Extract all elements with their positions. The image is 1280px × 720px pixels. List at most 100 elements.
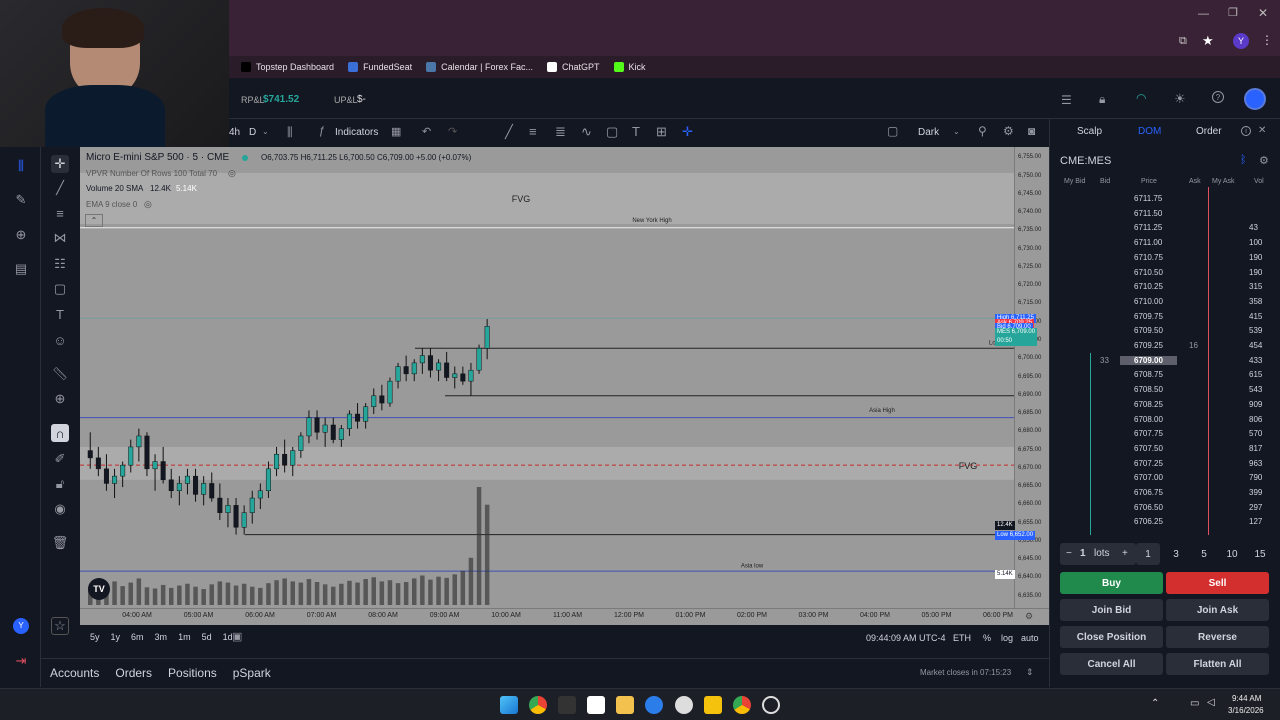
layouts-icon[interactable]: ▦ <box>391 125 401 138</box>
dom-price[interactable]: 6708.75 <box>1134 370 1163 379</box>
dom-price[interactable]: 6708.50 <box>1134 385 1163 394</box>
dom-row[interactable]: 6706.75 399 <box>1050 486 1280 501</box>
dom-row[interactable]: 6706.50 297 <box>1050 501 1280 516</box>
range-1y[interactable]: 1y <box>111 632 121 642</box>
windows-start-icon[interactable] <box>500 696 518 714</box>
price-axis[interactable]: 6,755.00 6,750.00 6,745.00 6,740.00 6,735.00… <box>995 147 1049 608</box>
expand-icon[interactable]: ⇕ <box>1026 667 1034 678</box>
capcut-icon[interactable] <box>587 696 605 714</box>
time-axis[interactable]: 04:00 AM 05:00 AM 06:00 AM 07:00 AM 08:00 AM… <box>80 608 1068 626</box>
rockstar-icon[interactable] <box>704 696 722 714</box>
pen-icon[interactable]: ✎ <box>12 191 30 209</box>
visibility-icon[interactable]: ◎ <box>228 168 236 179</box>
dom-price[interactable]: 6709.50 <box>1134 326 1163 335</box>
dom-row[interactable]: 6709.50 539 <box>1050 324 1280 339</box>
user-avatar[interactable] <box>1244 88 1266 110</box>
bookmark-item[interactable]: Kick <box>613 62 646 72</box>
app-circle-icon[interactable] <box>675 696 693 714</box>
dom-settings-icon[interactable]: ⚙ <box>1259 154 1269 167</box>
restore-icon[interactable]: ❐ <box>1228 6 1238 19</box>
session-toggle[interactable]: ETH <box>953 633 971 643</box>
dom-row[interactable]: 6711.50 <box>1050 207 1280 222</box>
dom-row[interactable]: 6710.50 190 <box>1050 266 1280 281</box>
interval-select[interactable]: D <box>249 127 256 138</box>
dom-row[interactable]: 6708.50 543 <box>1050 383 1280 398</box>
epic-games-icon[interactable] <box>558 696 576 714</box>
theme-sun-icon[interactable]: ☀ <box>1174 91 1186 107</box>
dom-price[interactable]: 6711.25 <box>1134 223 1162 232</box>
dom-price[interactable]: 6711.00 <box>1134 238 1162 247</box>
file-explorer-icon[interactable] <box>616 696 634 714</box>
dom-price[interactable]: 6711.75 <box>1134 194 1162 203</box>
range-5d[interactable]: 5d <box>202 632 212 642</box>
app-notify-icon[interactable] <box>762 696 780 714</box>
quick-qty-3[interactable]: 3 <box>1164 543 1188 565</box>
zoom-in-icon[interactable]: ⊕ <box>51 390 69 408</box>
panel-tab-scalp[interactable]: Scalp <box>1077 126 1102 137</box>
minus-icon[interactable]: − <box>1066 548 1072 559</box>
chevron-down-icon[interactable]: ⌄ <box>262 127 269 136</box>
dom-row[interactable]: 6710.25 315 <box>1050 280 1280 295</box>
trash-icon[interactable]: 🗑︎ <box>51 534 69 552</box>
settings-icon[interactable]: ⚙ <box>1003 124 1014 138</box>
redo-icon[interactable]: ↷ <box>448 125 457 138</box>
dom-row[interactable]: 6707.75 570 <box>1050 427 1280 442</box>
dom-row[interactable]: 6706.25 127 <box>1050 515 1280 530</box>
fib-tool-icon[interactable]: ☷ <box>51 255 69 273</box>
alert-icon[interactable]: ⚲ <box>978 124 987 138</box>
axis-settings-icon[interactable]: ⚙ <box>1025 611 1033 622</box>
chart-icon[interactable]: ⫼ <box>12 157 30 175</box>
chrome-icon[interactable] <box>529 696 547 714</box>
volume-legend[interactable]: Volume 20 SMA <box>86 184 143 193</box>
camera-icon[interactable]: ◙ <box>1028 124 1035 138</box>
reverse-button[interactable]: Reverse <box>1166 626 1269 648</box>
indicators-icon[interactable]: ƒ <box>319 125 325 137</box>
tray-chevron-icon[interactable]: ⌃ <box>1151 698 1159 709</box>
symbol-title[interactable]: Micro E-mini S&P 500 · 5 · CME <box>86 152 229 163</box>
cancel-all-button[interactable]: Cancel All <box>1060 653 1163 675</box>
dom-price[interactable]: 6706.25 <box>1134 517 1163 526</box>
plus-icon[interactable]: + <box>1122 548 1128 559</box>
rectangle-icon[interactable]: ▢ <box>606 124 618 140</box>
rectangle-tool-icon[interactable]: ▢ <box>51 280 69 298</box>
tab-pspark[interactable]: pSpark <box>233 666 271 680</box>
undo-icon[interactable]: ↶ <box>422 125 431 138</box>
dom-row[interactable]: 6710.75 190 <box>1050 251 1280 266</box>
dom-row[interactable]: 6707.25 963 <box>1050 457 1280 472</box>
dom-price[interactable]: 6708.25 <box>1134 400 1163 409</box>
dom-price[interactable]: 6711.50 <box>1134 209 1162 218</box>
eye-icon[interactable]: ◉ <box>51 500 69 518</box>
flatten-all-button[interactable]: Flatten All <box>1166 653 1269 675</box>
vpvr-legend[interactable]: VPVR Number Of Rows 100 Total 70 <box>86 169 217 178</box>
profile-avatar-small[interactable]: Y <box>13 618 29 634</box>
settings-sliders-icon[interactable]: ☰ <box>1061 93 1072 107</box>
quick-qty-15[interactable]: 15 <box>1248 543 1272 565</box>
logout-icon[interactable]: ⇥ <box>12 652 30 670</box>
trendline-tool-icon[interactable]: ╱ <box>51 179 69 197</box>
clock-time[interactable]: 09:44:09 AM UTC-4 <box>866 633 946 643</box>
quick-qty-1[interactable]: 1 <box>1136 543 1160 565</box>
fib-icon[interactable]: ≡ <box>529 124 537 139</box>
buy-button[interactable]: Buy <box>1060 572 1163 594</box>
dom-price[interactable]: 6710.00 <box>1134 297 1163 306</box>
browser-menu-icon[interactable]: ⋮ <box>1261 33 1273 47</box>
dom-row[interactable]: 6709.00 33 433 <box>1050 354 1280 369</box>
pattern-icon[interactable]: ⋈ <box>51 229 69 247</box>
dom-symbol[interactable]: CME:MES <box>1060 155 1111 167</box>
favorite-star-icon[interactable]: ☆ <box>51 617 69 635</box>
dom-row[interactable]: 6711.25 43 <box>1050 221 1280 236</box>
join-bid-button[interactable]: Join Bid <box>1060 599 1163 621</box>
chevron-down-icon[interactable]: ⌄ <box>953 127 960 136</box>
dom-price[interactable]: 6710.25 <box>1134 282 1163 291</box>
collapse-legend-icon[interactable]: ⌃ <box>85 214 103 227</box>
panel-tab-dom[interactable]: DOM <box>1138 126 1161 137</box>
close-position-button[interactable]: Close Position <box>1060 626 1163 648</box>
ruler-icon[interactable]: 📏︎ <box>51 365 69 383</box>
percent-toggle[interactable]: % <box>983 633 991 643</box>
dom-row[interactable]: 6708.25 909 <box>1050 398 1280 413</box>
theme-select[interactable]: Dark <box>918 127 939 138</box>
auto-toggle[interactable]: auto <box>1021 633 1039 643</box>
chrome-profile-icon[interactable] <box>733 696 751 714</box>
trendline-icon[interactable]: ╱ <box>505 124 513 140</box>
screen-icon[interactable]: ▢ <box>887 124 898 138</box>
